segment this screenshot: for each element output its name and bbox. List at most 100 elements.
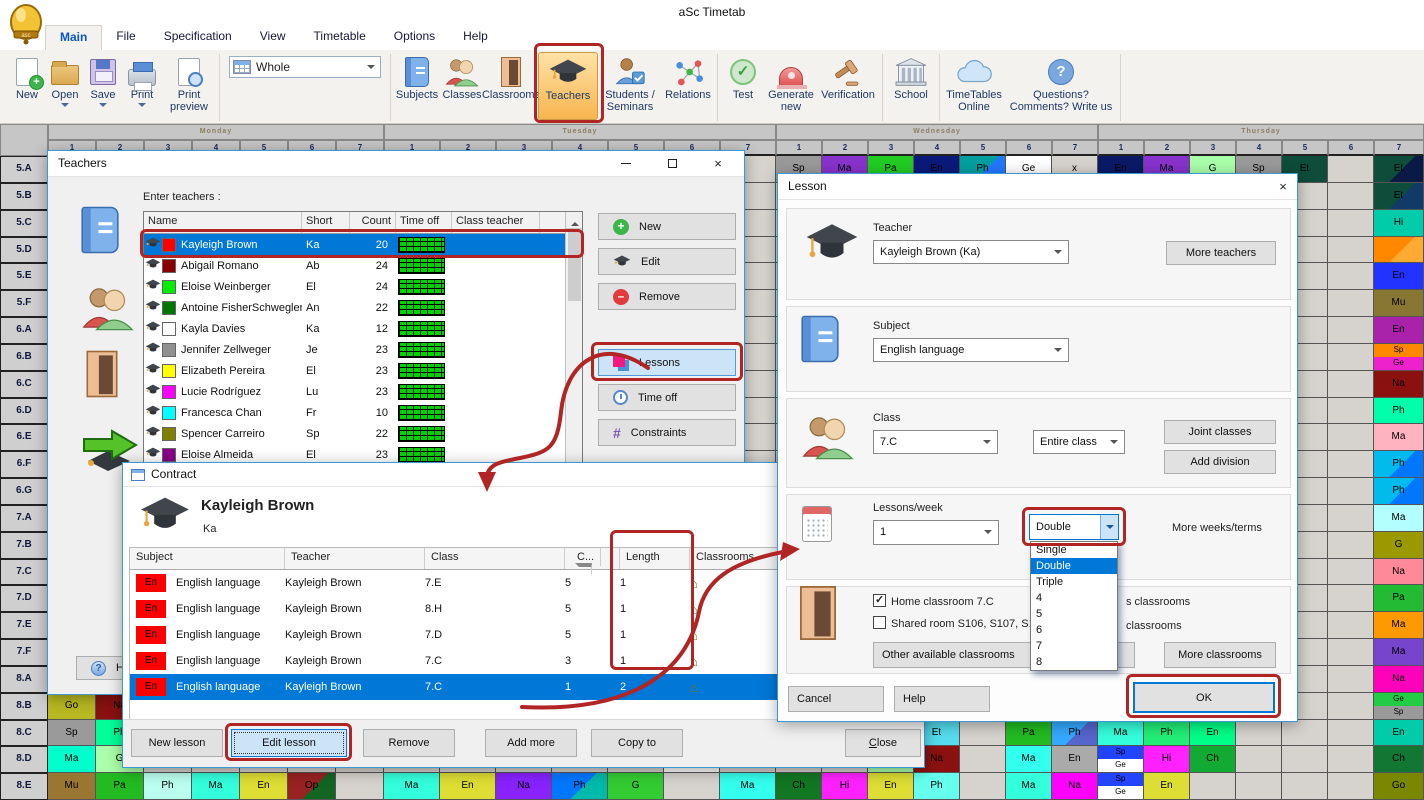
duration-option[interactable]: Triple bbox=[1031, 574, 1117, 590]
class-row-label[interactable]: 7.E bbox=[0, 612, 48, 639]
timetable-cell[interactable] bbox=[960, 720, 1006, 747]
timetable-cell[interactable] bbox=[1328, 156, 1374, 183]
timetable-cell[interactable]: G bbox=[608, 773, 664, 800]
timetable-cell[interactable]: Ma bbox=[1374, 424, 1424, 451]
time-off-button[interactable]: Time off bbox=[598, 384, 736, 411]
timetable-cell[interactable] bbox=[1190, 773, 1236, 800]
timetable-cell[interactable] bbox=[1328, 451, 1374, 478]
timetable-cell[interactable] bbox=[1328, 317, 1374, 344]
teachers-button[interactable]: Teachers bbox=[538, 52, 598, 120]
timetable-cell[interactable] bbox=[1328, 398, 1374, 425]
timetable-cell[interactable] bbox=[1328, 290, 1374, 317]
timetable-cell[interactable] bbox=[1282, 773, 1328, 800]
lessons-button[interactable]: Lessons bbox=[598, 349, 736, 376]
tab-view[interactable]: View bbox=[246, 25, 300, 50]
class-row-label[interactable]: 7.C bbox=[0, 559, 48, 586]
timetable-cell[interactable]: Pa bbox=[1006, 720, 1052, 747]
teacher-row[interactable]: Eloise WeinbergerEl24 bbox=[144, 276, 582, 297]
lesson-dialog-titlebar[interactable]: Lesson bbox=[778, 174, 1297, 200]
timetable-cell[interactable]: Hi bbox=[1144, 746, 1190, 773]
timetable-cell[interactable]: Hi bbox=[822, 773, 868, 800]
tab-specification[interactable]: Specification bbox=[150, 25, 246, 50]
tab-main[interactable]: Main bbox=[45, 25, 102, 50]
class-combobox[interactable]: 7.C bbox=[873, 430, 998, 454]
class-row-label[interactable]: 7.A bbox=[0, 505, 48, 532]
timetable-cell[interactable]: Ph bbox=[1374, 451, 1424, 478]
teacher-row[interactable]: Elizabeth PereiraEl23 bbox=[144, 360, 582, 381]
timetable-cell[interactable]: Ph bbox=[1144, 720, 1190, 747]
view-mode-combobox[interactable]: Whole bbox=[229, 56, 381, 78]
timetable-cell[interactable]: Et bbox=[1374, 183, 1424, 210]
test-button[interactable]: ✓ Test bbox=[721, 52, 765, 120]
questions-comments-button[interactable]: ? Questions? Comments? Write us bbox=[1005, 52, 1117, 120]
class-row-label[interactable]: 6.D bbox=[0, 398, 48, 425]
class-row-label[interactable]: 8.D bbox=[0, 746, 48, 773]
timetable-cell[interactable] bbox=[960, 773, 1006, 800]
timetable-cell[interactable]: Ma bbox=[1374, 505, 1424, 532]
remove-lesson-button[interactable]: Remove bbox=[363, 729, 455, 757]
class-row-label[interactable]: 5.B bbox=[0, 183, 48, 210]
joint-classes-button[interactable]: Joint classes bbox=[1164, 420, 1276, 444]
school-button[interactable]: School bbox=[886, 52, 936, 120]
duration-option[interactable]: 6 bbox=[1031, 622, 1117, 638]
timetable-cell[interactable] bbox=[1282, 746, 1328, 773]
verification-button[interactable]: Verification bbox=[817, 52, 879, 120]
timetable-cell[interactable]: Mu bbox=[48, 773, 96, 800]
close-button[interactable]: Close bbox=[845, 729, 921, 757]
timetable-cell[interactable]: Na bbox=[1374, 559, 1424, 586]
timetable-cell[interactable] bbox=[1328, 237, 1374, 264]
new-lesson-button[interactable]: New lesson bbox=[131, 729, 223, 757]
timetable-cell[interactable]: En bbox=[1190, 720, 1236, 747]
generate-new-button[interactable]: Generate new bbox=[765, 52, 817, 120]
teacher-row[interactable]: Jennifer ZellwegerJe23 bbox=[144, 339, 582, 360]
teacher-row[interactable]: Antoine FisherSchweglerAn22 bbox=[144, 297, 582, 318]
timetable-cell[interactable] bbox=[1328, 773, 1374, 800]
timetable-cell[interactable]: Ma bbox=[1098, 720, 1144, 747]
timetable-cell[interactable]: GeSp bbox=[1374, 693, 1424, 720]
class-row-label[interactable]: 6.C bbox=[0, 371, 48, 398]
edit-lesson-button[interactable]: Edit lesson bbox=[231, 729, 347, 757]
ok-button[interactable]: OK bbox=[1133, 682, 1275, 713]
timetable-cell[interactable]: Ph bbox=[1374, 478, 1424, 505]
timetable-cell[interactable]: Na bbox=[1052, 773, 1098, 800]
timetable-cell[interactable]: En bbox=[868, 773, 914, 800]
classrooms-button[interactable]: Classrooms bbox=[484, 52, 538, 120]
class-row-label[interactable]: 7.F bbox=[0, 639, 48, 666]
timetable-cell[interactable] bbox=[1328, 612, 1374, 639]
cancel-button[interactable]: Cancel bbox=[788, 686, 884, 712]
timetable-cell[interactable]: En bbox=[1052, 746, 1098, 773]
remove-teacher-button[interactable]: – Remove bbox=[598, 283, 736, 310]
column-header-classteacher[interactable]: Class teacher bbox=[452, 212, 540, 233]
class-row-label[interactable]: 5.D bbox=[0, 237, 48, 264]
timetable-cell[interactable]: G bbox=[1374, 532, 1424, 559]
timetable-cell[interactable] bbox=[1282, 720, 1328, 747]
timetable-cell[interactable]: En bbox=[1374, 263, 1424, 290]
duration-option[interactable]: 7 bbox=[1031, 638, 1117, 654]
teacher-combobox[interactable]: Kayleigh Brown (Ka) bbox=[873, 240, 1069, 264]
teacher-row[interactable]: Abigail RomanoAb24 bbox=[144, 255, 582, 276]
timetables-online-button[interactable]: TimeTables Online bbox=[943, 52, 1005, 120]
duration-option[interactable]: 8 bbox=[1031, 654, 1117, 670]
relations-button[interactable]: Relations bbox=[662, 52, 714, 120]
timetable-cell[interactable] bbox=[1328, 693, 1374, 720]
column-header-count[interactable]: Count bbox=[350, 212, 396, 233]
timetable-cell[interactable] bbox=[1328, 639, 1374, 666]
maximize-button[interactable] bbox=[650, 152, 694, 176]
teacher-row[interactable]: Kayleigh BrownKa20 bbox=[144, 234, 582, 255]
column-header-classrooms[interactable]: Classrooms bbox=[690, 548, 790, 569]
column-header-length[interactable]: Length bbox=[620, 548, 690, 569]
timetable-cell[interactable] bbox=[1328, 666, 1374, 693]
timetable-cell[interactable] bbox=[1328, 263, 1374, 290]
timetable-cell[interactable]: Mu bbox=[1374, 290, 1424, 317]
timetable-cell[interactable]: Ma bbox=[384, 773, 440, 800]
timetable-cell[interactable]: Ma bbox=[1374, 639, 1424, 666]
class-row-label[interactable]: 6.G bbox=[0, 478, 48, 505]
timetable-cell[interactable] bbox=[1236, 746, 1282, 773]
column-header-subject[interactable]: Subject bbox=[130, 548, 285, 569]
class-row-label[interactable]: 7.D bbox=[0, 585, 48, 612]
timetable-cell[interactable] bbox=[1328, 505, 1374, 532]
timetable-cell[interactable] bbox=[960, 746, 1006, 773]
entire-class-combobox[interactable]: Entire class bbox=[1033, 430, 1125, 454]
tab-file[interactable]: File bbox=[102, 25, 149, 50]
timetable-cell[interactable]: Pa bbox=[96, 773, 144, 800]
